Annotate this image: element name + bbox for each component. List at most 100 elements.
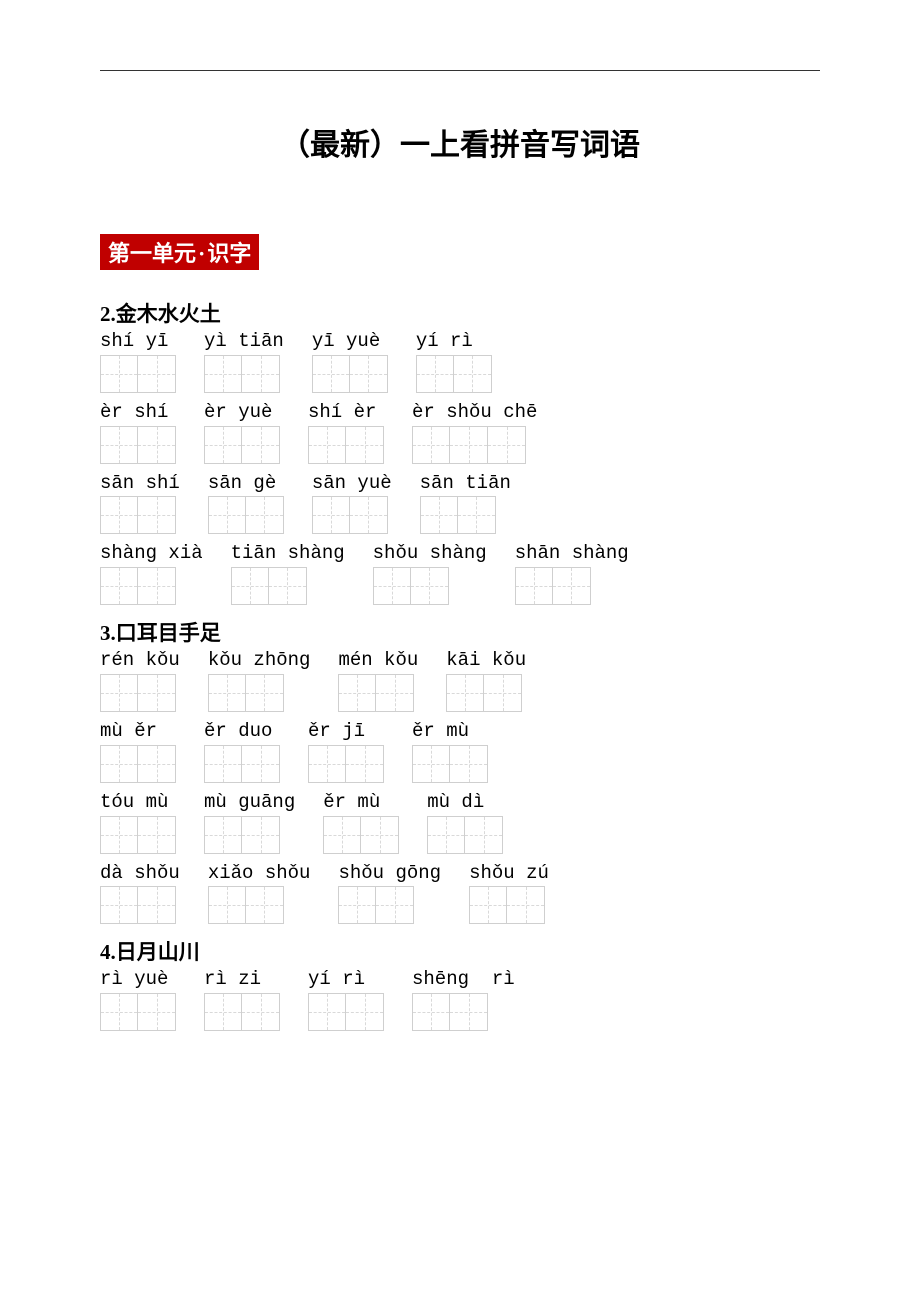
tianzige-group	[312, 496, 392, 534]
tianzige-cell	[100, 886, 138, 924]
tianzige-group	[427, 816, 503, 854]
tianzige-cell	[412, 426, 450, 464]
word-item: mù guāng	[204, 791, 295, 854]
word-row: shàng xiàtiān shàngshǒu shàngshān shàng	[100, 542, 820, 607]
word-item: sān gè	[208, 472, 284, 535]
word-item: tiān shàng	[231, 542, 345, 605]
tianzige-cell	[246, 674, 284, 712]
tianzige-cell	[338, 674, 376, 712]
page-title: （最新）一上看拼音写词语	[100, 120, 820, 164]
pinyin-label: yí rì	[416, 330, 492, 353]
word-item: yī yuè	[312, 330, 388, 393]
word-item: ěr mù	[412, 720, 488, 783]
tianzige-cell	[469, 886, 507, 924]
pinyin-label: shǒu gōng	[338, 862, 441, 885]
pinyin-label: yì tiān	[204, 330, 284, 353]
top-rule	[100, 70, 820, 71]
tianzige-group	[338, 886, 441, 924]
tianzige-group	[308, 993, 384, 1031]
tianzige-cell	[204, 745, 242, 783]
word-item: xiǎo shǒu	[208, 862, 311, 925]
tianzige-cell	[373, 567, 411, 605]
tianzige-cell	[100, 674, 138, 712]
tianzige-cell	[138, 674, 176, 712]
word-row: èr shí èr yuè shí èr èr shǒu chē	[100, 401, 820, 466]
tianzige-cell	[350, 496, 388, 534]
tianzige-cell	[138, 745, 176, 783]
pinyin-label: xiǎo shǒu	[208, 862, 311, 885]
tianzige-cell	[454, 355, 492, 393]
tianzige-cell	[346, 993, 384, 1031]
tianzige-cell	[204, 816, 242, 854]
tianzige-cell	[338, 886, 376, 924]
lesson-title: 3.口耳目手足	[100, 617, 820, 647]
tianzige-cell	[208, 886, 246, 924]
tianzige-cell	[488, 426, 526, 464]
word-item: sān yuè	[312, 472, 392, 535]
tianzige-cell	[458, 496, 496, 534]
word-item: èr shí	[100, 401, 176, 464]
pinyin-label: shān shàng	[515, 542, 629, 565]
tianzige-cell	[323, 816, 361, 854]
pinyin-label: ěr jī	[308, 720, 384, 743]
tianzige-cell	[204, 993, 242, 1031]
pinyin-label: èr shǒu chē	[412, 401, 537, 424]
tianzige-group	[204, 745, 280, 783]
word-item: ěr jī	[308, 720, 384, 783]
tianzige-cell	[208, 496, 246, 534]
tianzige-cell	[138, 567, 176, 605]
word-item: ěr duo	[204, 720, 280, 783]
tianzige-group	[100, 496, 180, 534]
tianzige-cell	[308, 426, 346, 464]
tianzige-group	[100, 426, 176, 464]
pinyin-label: mén kǒu	[338, 649, 418, 672]
tianzige-cell	[100, 496, 138, 534]
word-item: rén kǒu	[100, 649, 180, 712]
word-item: shēng rì	[412, 968, 515, 1031]
word-row: tóu mù mù guāng ěr mù mù dì	[100, 791, 820, 856]
tianzige-cell	[412, 993, 450, 1031]
tianzige-cell	[346, 745, 384, 783]
word-item: rì zi	[204, 968, 280, 1031]
tianzige-cell	[242, 816, 280, 854]
word-item: shān shàng	[515, 542, 629, 605]
tianzige-group	[308, 745, 384, 783]
tianzige-cell	[312, 496, 350, 534]
word-item: yì tiān	[204, 330, 284, 393]
tianzige-cell	[350, 355, 388, 393]
pinyin-label: tóu mù	[100, 791, 176, 814]
tianzige-cell	[246, 886, 284, 924]
tianzige-group	[338, 674, 418, 712]
pinyin-label: shí èr	[308, 401, 384, 424]
tianzige-cell	[204, 426, 242, 464]
unit-badge: 第一单元·识字	[100, 234, 259, 270]
word-item: tóu mù	[100, 791, 176, 854]
tianzige-group	[208, 496, 284, 534]
word-row: sān shísān gèsān yuèsān tiān	[100, 472, 820, 537]
pinyin-label: yí rì	[308, 968, 384, 991]
word-row: mù ěr ěr duo ěr jī ěr mù	[100, 720, 820, 785]
tianzige-cell	[376, 674, 414, 712]
tianzige-cell	[308, 993, 346, 1031]
word-item: mù dì	[427, 791, 503, 854]
tianzige-group	[469, 886, 549, 924]
tianzige-group	[323, 816, 399, 854]
tianzige-group	[412, 426, 537, 464]
word-item: ěr mù	[323, 791, 399, 854]
tianzige-group	[208, 674, 311, 712]
tianzige-cell	[515, 567, 553, 605]
tianzige-cell	[100, 426, 138, 464]
tianzige-cell	[100, 567, 138, 605]
pinyin-label: shí yī	[100, 330, 176, 353]
pinyin-label: mù ěr	[100, 720, 176, 743]
tianzige-group	[416, 355, 492, 393]
tianzige-cell	[269, 567, 307, 605]
tianzige-cell	[100, 816, 138, 854]
pinyin-label: shǒu zú	[469, 862, 549, 885]
tianzige-group	[204, 426, 280, 464]
word-row: dà shǒuxiǎo shǒushǒu gōngshǒu zú	[100, 862, 820, 927]
word-item: èr yuè	[204, 401, 280, 464]
pinyin-label: èr shí	[100, 401, 176, 424]
tianzige-group	[231, 567, 345, 605]
pinyin-label: sān yuè	[312, 472, 392, 495]
